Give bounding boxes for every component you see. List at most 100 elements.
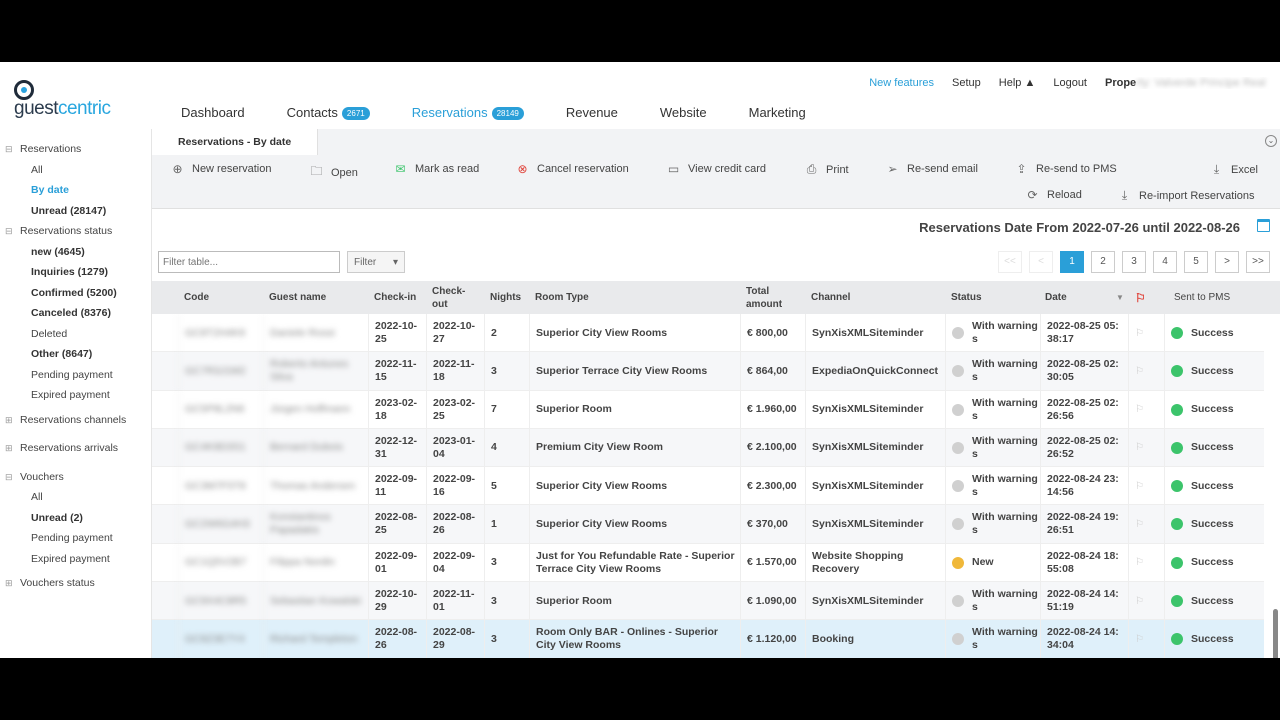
resend-email-button[interactable]: ➢ Re-send email	[885, 162, 977, 176]
sidebar-item-pending-payment[interactable]: Pending payment	[0, 365, 150, 386]
cell-text: SynXisXMLSiteminder	[812, 326, 924, 339]
col-nights[interactable]: Nights	[490, 281, 521, 314]
table-row[interactable]: GC7R3J1M2 Roberto Antunes Silva 2022-11-15…	[152, 352, 1264, 391]
col-status[interactable]: Status	[951, 281, 982, 314]
sidebar-item-deleted[interactable]: Deleted	[0, 324, 150, 345]
table-row[interactable]: GC4K9D3S1 Bernard Dubois 2022-12-31 2023-01…	[152, 428, 1264, 468]
sidebar-item-unread[interactable]: Unread (28147)	[0, 201, 150, 222]
excel-button[interactable]: ⤓ Excel	[1209, 162, 1258, 177]
collapse-icon[interactable]: ⊟	[5, 144, 13, 155]
expand-icon[interactable]: ⊞	[5, 415, 13, 426]
collapse-toolbar-icon[interactable]: ⌄	[1265, 135, 1277, 147]
sidebar-item-inquiries[interactable]: Inquiries (1279)	[0, 262, 150, 283]
table-row[interactable]: GC3M7F5T8 Thomas Andersen 2022-09-11 2022-0…	[152, 467, 1264, 506]
pager-first[interactable]: <<	[998, 251, 1022, 273]
property-selector[interactable]: Property: Valverde Principe Real	[1105, 77, 1280, 89]
sidebar-section-channels[interactable]: ⊞ Reservations channels	[0, 410, 150, 431]
cell-text: 2022-10-29	[375, 588, 418, 614]
pager-last[interactable]: >>	[1246, 251, 1270, 273]
filter-table-input[interactable]	[158, 251, 340, 273]
sidebar-section-vouchers[interactable]: ⊟ Vouchers	[0, 467, 150, 488]
table-row[interactable]: GC8Z3E7Y4 Richard Templeton 2022-08-26 2022…	[152, 620, 1264, 658]
pager-page-1[interactable]: 1	[1060, 251, 1084, 273]
new-features-link[interactable]: New features	[869, 77, 934, 89]
sidebar-section-reservations[interactable]: ⊟ Reservations	[0, 139, 150, 160]
pager-page-3[interactable]: 3	[1122, 251, 1146, 273]
flag-icon[interactable]: ⚐	[1128, 582, 1164, 621]
flag-icon[interactable]: ⚐	[1128, 467, 1164, 506]
help-menu[interactable]: Help ▲	[999, 77, 1036, 89]
cell-channel: SynXisXMLSiteminder	[805, 390, 945, 429]
sidebar-item-vouchers-expired[interactable]: Expired payment	[0, 549, 150, 570]
flag-icon[interactable]: ⚐	[1128, 428, 1164, 467]
pager-prev[interactable]: <	[1029, 251, 1053, 273]
table-row[interactable]: GC2W6G4H3 Konstantinos Papadakis 2022-08-2…	[152, 505, 1264, 544]
scrollbar-thumb[interactable]	[1273, 609, 1278, 658]
sidebar-item-expired-payment[interactable]: Expired payment	[0, 385, 150, 406]
col-sent-to-pms[interactable]: Sent to PMS	[1174, 281, 1230, 314]
sidebar-item-vouchers-pending[interactable]: Pending payment	[0, 528, 150, 549]
sidebar-item-new[interactable]: new (4645)	[0, 242, 150, 263]
new-reservation-button[interactable]: ⊕ New reservation	[170, 162, 271, 176]
collapse-icon[interactable]: ⊟	[5, 226, 13, 237]
col-room-type[interactable]: Room Type	[535, 281, 589, 314]
pager-page-2[interactable]: 2	[1091, 251, 1115, 273]
col-total-amount[interactable]: Total amount	[746, 281, 796, 314]
expand-icon[interactable]: ⊞	[5, 443, 13, 454]
tab-website[interactable]: Website	[639, 98, 728, 133]
table-row[interactable]: GC8T2H4K9 Daniele Rossi 2022-10-25 2022-10-…	[152, 314, 1264, 353]
logout-link[interactable]: Logout	[1053, 77, 1087, 89]
open-button[interactable]: 🗀 Open	[309, 162, 357, 183]
resend-pms-button[interactable]: ⇪ Re-send to PMS	[1014, 162, 1116, 176]
sort-desc-icon[interactable]: ▼	[1116, 281, 1124, 314]
view-credit-card-button[interactable]: ▭ View credit card	[666, 162, 766, 176]
filter-dropdown[interactable]: Filter ▾	[347, 251, 405, 273]
col-checkin[interactable]: Check-in	[374, 281, 419, 314]
flag-icon[interactable]: ⚐	[1128, 314, 1164, 352]
sidebar-item-all[interactable]: All	[0, 160, 150, 181]
sidebar-section-arrivals[interactable]: ⊞ Reservations arrivals	[0, 438, 150, 459]
table-row[interactable]: GC5P8L2N6 Jürgen Hoffmann 2023-02-18 2023-0…	[152, 390, 1264, 429]
cell-text: Superior Room	[536, 594, 612, 607]
sidebar-item-other[interactable]: Other (8647)	[0, 344, 150, 365]
col-channel[interactable]: Channel	[811, 281, 850, 314]
table-row[interactable]: GC1Q5V2B7 Filippa Nordin 2022-09-01 2022-09…	[152, 543, 1264, 583]
subtab-reservations-by-date[interactable]: Reservations - By date	[152, 129, 319, 155]
collapse-icon[interactable]: ⊟	[5, 472, 13, 483]
tab-contacts[interactable]: Contacts 2671	[266, 98, 391, 133]
pager-page-5[interactable]: 5	[1184, 251, 1208, 273]
print-button[interactable]: ⎙ Print	[804, 162, 849, 177]
sidebar-item-vouchers-all[interactable]: All	[0, 487, 150, 508]
setup-link[interactable]: Setup	[952, 77, 981, 89]
table-row[interactable]: GC9X4C8R5 Sebastian Kowalski 2022-10-29 202…	[152, 582, 1264, 621]
flag-icon[interactable]: ⚐	[1128, 543, 1164, 582]
col-code[interactable]: Code	[184, 281, 209, 314]
col-checkout[interactable]: Check-out	[432, 281, 477, 314]
tab-dashboard[interactable]: Dashboard	[160, 98, 266, 133]
status-dot-icon	[952, 633, 964, 646]
sidebar-item-by-date[interactable]: By date	[0, 180, 150, 201]
sidebar-section-status[interactable]: ⊟ Reservations status	[0, 221, 150, 242]
pager-next[interactable]: >	[1215, 251, 1239, 273]
mark-as-read-button[interactable]: ✉ Mark as read	[393, 162, 479, 176]
calendar-icon[interactable]	[1257, 219, 1270, 232]
sidebar-section-vouchers-status[interactable]: ⊞ Vouchers status	[0, 573, 150, 594]
expand-icon[interactable]: ⊞	[5, 578, 13, 589]
flag-icon[interactable]: ⚐	[1128, 620, 1164, 658]
flag-icon[interactable]: ⚐	[1128, 390, 1164, 429]
col-date[interactable]: Date	[1045, 281, 1067, 314]
sidebar-item-vouchers-unread[interactable]: Unread (2)	[0, 508, 150, 529]
reimport-button[interactable]: ⤓ Re-import Reservations	[1117, 188, 1255, 203]
tab-reservations[interactable]: Reservations 28149	[390, 98, 545, 134]
tab-revenue[interactable]: Revenue	[545, 98, 639, 133]
sidebar-item-canceled[interactable]: Canceled (8376)	[0, 303, 150, 324]
pager-page-4[interactable]: 4	[1153, 251, 1177, 273]
cancel-reservation-button[interactable]: ⊗ Cancel reservation	[515, 162, 628, 176]
flag-icon[interactable]: ⚐	[1128, 352, 1164, 391]
flag-icon[interactable]: ⚐	[1135, 281, 1146, 314]
sidebar-item-confirmed[interactable]: Confirmed (5200)	[0, 283, 150, 304]
tab-marketing[interactable]: Marketing	[728, 98, 827, 133]
reload-button[interactable]: ⟳ Reload	[1025, 188, 1081, 202]
col-guest-name[interactable]: Guest name	[269, 281, 326, 314]
flag-icon[interactable]: ⚐	[1128, 505, 1164, 544]
